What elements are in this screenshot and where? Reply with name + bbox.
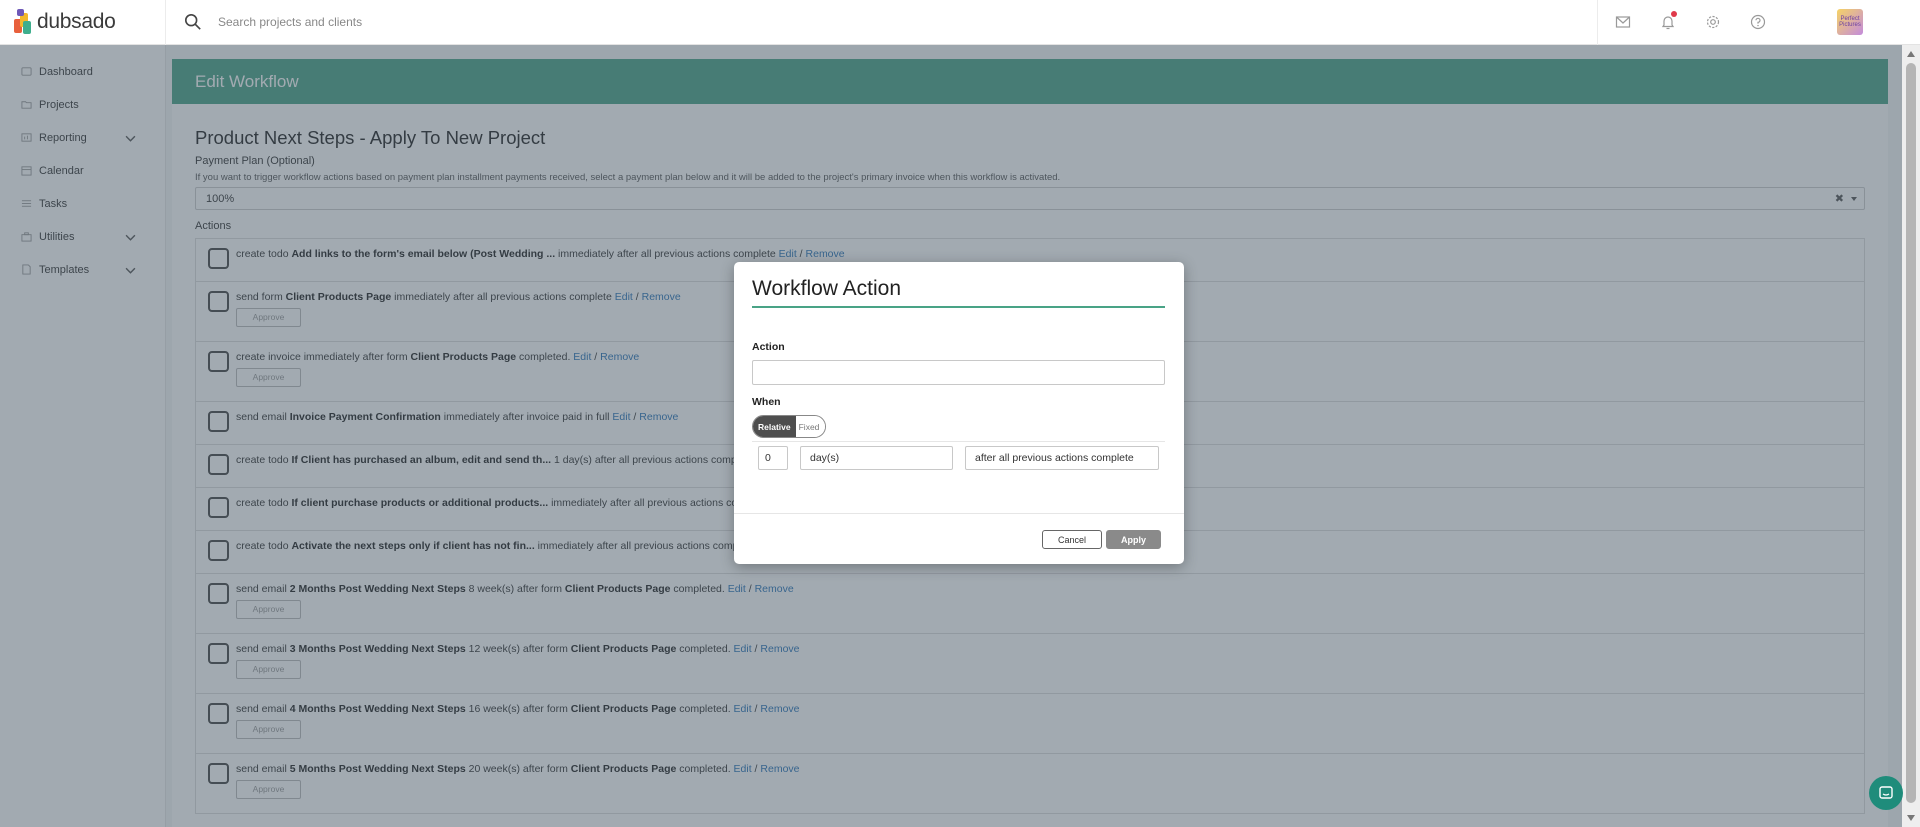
- amount-input[interactable]: 0: [758, 446, 788, 470]
- settings-button[interactable]: [1690, 0, 1735, 45]
- chat-button[interactable]: [1869, 776, 1903, 810]
- search-bar: [166, 13, 1597, 31]
- logo-text: dubsado: [37, 10, 116, 33]
- apply-button[interactable]: Apply: [1106, 530, 1161, 549]
- divider: [1597, 0, 1598, 45]
- scroll-down-icon[interactable]: [1907, 815, 1915, 821]
- scroll-thumb[interactable]: [1906, 63, 1916, 803]
- when-label: When: [752, 396, 781, 408]
- chat-icon: [1879, 786, 1893, 799]
- cancel-button[interactable]: Cancel: [1042, 530, 1102, 549]
- top-icons: Perfect Pictures: [1597, 0, 1920, 45]
- timing-toggle[interactable]: Relative Fixed: [752, 415, 827, 438]
- messages-button[interactable]: [1600, 0, 1645, 45]
- top-bar: dubsado Perfect Pictures: [0, 0, 1920, 45]
- help-button[interactable]: [1735, 0, 1780, 45]
- avatar-image: Perfect Pictures: [1837, 9, 1863, 35]
- logo-icon: [14, 9, 32, 35]
- scroll-up-icon[interactable]: [1907, 51, 1915, 57]
- user-avatar[interactable]: Perfect Pictures: [1780, 0, 1920, 45]
- toggle-fixed[interactable]: Fixed: [795, 416, 826, 437]
- trigger-select[interactable]: after all previous actions complete: [965, 446, 1159, 470]
- help-icon: [1750, 14, 1765, 30]
- toggle-relative[interactable]: Relative: [753, 416, 796, 437]
- workflow-action-modal: Workflow Action Action When Relative Fix…: [734, 262, 1184, 564]
- notifications-button[interactable]: [1645, 0, 1690, 45]
- gear-icon: [1706, 15, 1719, 29]
- divider: [752, 441, 1165, 442]
- modal-title: Workflow Action: [752, 277, 1165, 308]
- search-input[interactable]: [218, 15, 718, 29]
- search-icon: [184, 13, 201, 30]
- action-label: Action: [752, 341, 785, 353]
- mail-icon: [1615, 16, 1630, 28]
- notification-dot: [1671, 10, 1677, 17]
- divider: [734, 513, 1184, 514]
- unit-select[interactable]: day(s): [800, 446, 953, 470]
- logo[interactable]: dubsado: [0, 0, 166, 45]
- action-input[interactable]: [752, 360, 1165, 385]
- page-scrollbar[interactable]: [1902, 45, 1920, 827]
